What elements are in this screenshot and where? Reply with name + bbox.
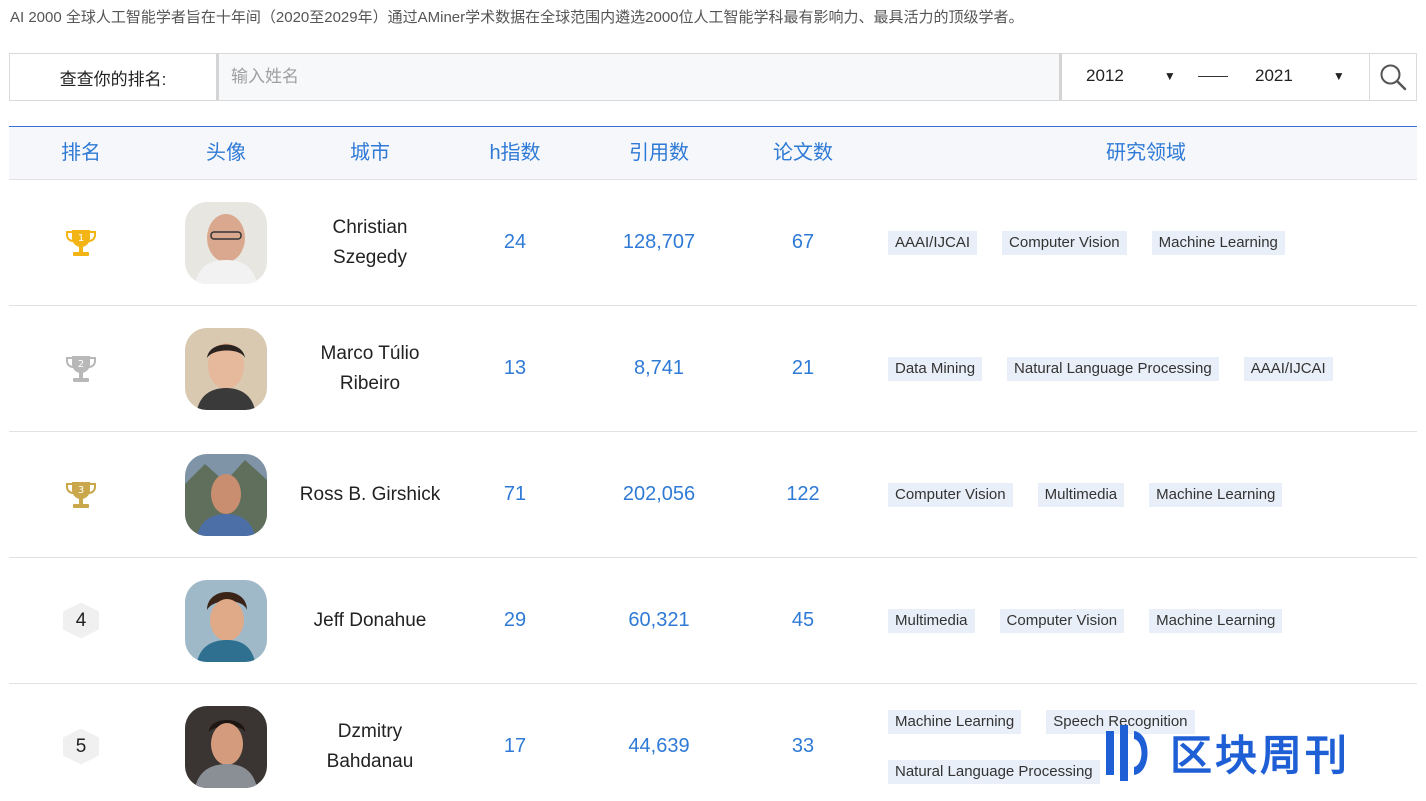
watermark-logo-icon	[1106, 724, 1148, 781]
table-header: 排名 头像 城市 h指数 引用数 论文数 研究领域	[9, 126, 1417, 180]
scholar-name[interactable]: Dzmitry Bahdanau	[290, 717, 450, 777]
table-row[interactable]: 1 Christian Szegedy 24 128,707 67 AAAI/I…	[9, 180, 1417, 306]
citations-value: 60,321	[628, 609, 690, 631]
avatar[interactable]	[185, 327, 267, 410]
h-index-value: 29	[503, 609, 527, 631]
scholar-name[interactable]: Marco Túlio Ribeiro	[290, 339, 450, 399]
research-tag[interactable]: AAAI/IJCAI	[1243, 356, 1333, 381]
research-tag[interactable]: Computer Vision	[888, 482, 1013, 507]
rank-cell: 3	[64, 432, 98, 557]
rank-cell: 4	[63, 558, 99, 683]
table-row[interactable]: 4 Jeff Donahue 29 60,321 45 Multimedia C…	[9, 558, 1417, 684]
year-range-dash	[1198, 76, 1228, 77]
rank-number: 2	[78, 359, 84, 370]
scholar-name-cell: Ross B. Girshick	[290, 432, 450, 557]
year-to-value: 2021	[1255, 66, 1293, 85]
h-index-value: 13	[503, 357, 527, 379]
scholar-name-cell: Marco Túlio Ribeiro	[290, 306, 450, 431]
bronze-trophy-icon: 3	[66, 481, 96, 508]
research-tag[interactable]: Natural Language Processing	[888, 759, 1100, 784]
silver-trophy-icon: 2	[66, 355, 96, 382]
header-research-fields[interactable]: 研究领域	[1106, 127, 1186, 180]
rank-number: 3	[78, 485, 84, 496]
papers-value: 21	[791, 357, 815, 379]
table-row[interactable]: 2 Marco Túlio Ribeiro 13 8,741 21 Data M…	[9, 306, 1417, 432]
research-tag[interactable]: Machine Learning	[888, 709, 1022, 734]
citations-value: 202,056	[622, 483, 696, 505]
citations-value: 8,741	[633, 357, 685, 379]
gold-trophy-icon: 1	[66, 229, 96, 256]
research-tag[interactable]: Machine Learning	[1149, 608, 1283, 633]
rank-badge: 4	[63, 602, 99, 639]
research-tag[interactable]: AAAI/IJCAI	[888, 230, 978, 255]
research-tags: AAAI/IJCAI Computer Vision Machine Learn…	[888, 180, 1408, 305]
rank-number: 1	[78, 233, 84, 244]
header-rank[interactable]: 排名	[61, 127, 101, 180]
research-tag[interactable]: Computer Vision	[999, 608, 1125, 633]
avatar[interactable]	[185, 453, 267, 536]
year-from-select[interactable]: 2012 ▼	[1086, 66, 1176, 86]
watermark: 区块周刊	[1100, 722, 1350, 783]
intro-text: AI 2000 全球人工智能学者旨在十年间（2020至2029年）通过AMine…	[10, 9, 1024, 26]
caret-down-icon: ▼	[1332, 69, 1345, 83]
rank-cell: 5	[63, 684, 99, 801]
rank-badge: 5	[63, 728, 99, 765]
h-index-value: 17	[503, 735, 527, 757]
avatar-cell	[185, 684, 267, 801]
watermark-text: 区块周刊	[1170, 731, 1351, 780]
papers-value: 33	[791, 735, 815, 757]
header-papers[interactable]: 论文数	[773, 127, 833, 180]
header-city[interactable]: 城市	[350, 127, 390, 180]
name-search-input[interactable]	[216, 54, 1062, 100]
research-tag[interactable]: Computer Vision	[1002, 230, 1127, 255]
research-tag[interactable]: Data Mining	[888, 356, 983, 381]
header-h-index[interactable]: h指数	[489, 127, 540, 180]
citations-value: 128,707	[622, 231, 696, 253]
scholar-name[interactable]: Ross B. Girshick	[290, 480, 450, 510]
avatar[interactable]	[185, 705, 267, 788]
avatar-cell	[185, 306, 267, 431]
year-range: 2012 ▼ 2021 ▼	[1062, 54, 1369, 100]
avatar-cell	[185, 180, 267, 305]
papers-value: 67	[791, 231, 815, 253]
search-icon	[1380, 64, 1407, 91]
scholar-name-cell: Dzmitry Bahdanau	[290, 684, 450, 801]
header-citations[interactable]: 引用数	[629, 127, 689, 180]
research-tag[interactable]: Machine Learning	[1151, 230, 1285, 255]
avatar-cell	[185, 432, 267, 557]
h-index-value: 71	[503, 483, 527, 505]
ranking-table: 排名 头像 城市 h指数 引用数 论文数 研究领域 1 Christian Sz…	[9, 126, 1417, 801]
research-tags: Data Mining Natural Language Processing …	[888, 306, 1408, 431]
scholar-name-cell: Jeff Donahue	[290, 558, 450, 683]
avatar-cell	[185, 558, 267, 683]
table-row[interactable]: 3 Ross B. Girshick 71 202,056 122 Comput…	[9, 432, 1417, 558]
h-index-value: 24	[503, 231, 527, 253]
papers-value: 122	[786, 483, 820, 505]
year-to-select[interactable]: 2021 ▼	[1255, 66, 1345, 86]
rank-cell: 2	[64, 306, 98, 431]
rank-search-bar: 查查你的排名: 2012 ▼ 2021 ▼	[9, 53, 1417, 101]
caret-down-icon: ▼	[1163, 69, 1176, 83]
avatar[interactable]	[185, 201, 267, 284]
search-label: 查查你的排名:	[59, 69, 167, 89]
avatar[interactable]	[185, 579, 267, 662]
research-tag[interactable]: Natural Language Processing	[1007, 356, 1219, 381]
papers-value: 45	[791, 609, 815, 631]
scholar-name[interactable]: Jeff Donahue	[290, 606, 450, 636]
citations-value: 44,639	[628, 735, 690, 757]
research-tag[interactable]: Multimedia	[888, 608, 975, 633]
year-from-value: 2012	[1086, 66, 1124, 85]
scholar-name[interactable]: Christian Szegedy	[290, 213, 450, 273]
header-avatar[interactable]: 头像	[206, 127, 246, 180]
research-tag[interactable]: Machine Learning	[1149, 482, 1283, 507]
rank-cell: 1	[64, 180, 98, 305]
scholar-name-cell: Christian Szegedy	[290, 180, 450, 305]
research-tags: Computer Vision Multimedia Machine Learn…	[888, 432, 1408, 557]
search-button[interactable]	[1369, 54, 1416, 100]
research-tags: Multimedia Computer Vision Machine Learn…	[888, 558, 1408, 683]
research-tag[interactable]: Multimedia	[1037, 482, 1125, 507]
